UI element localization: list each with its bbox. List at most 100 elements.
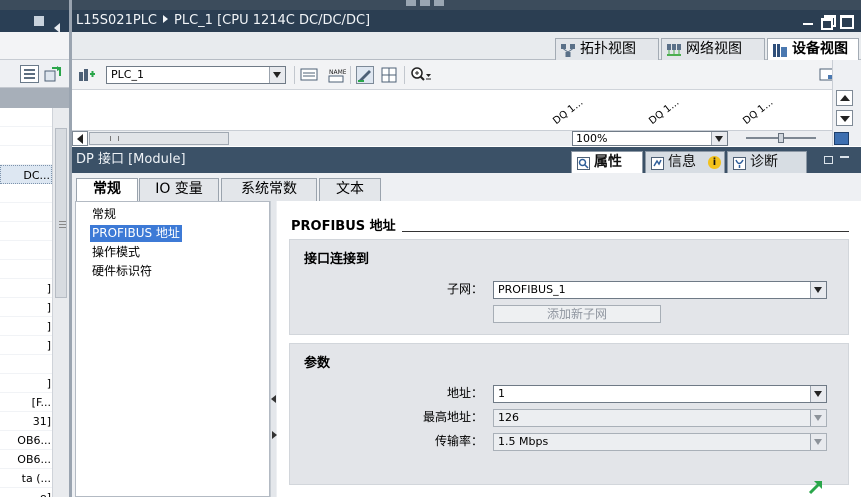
tree-item[interactable] [0,222,52,241]
canvas-horizontal-scrollbar[interactable]: 100% [72,130,849,146]
tree-item[interactable] [0,108,52,127]
tree-item[interactable]: ] [0,336,52,355]
chevron-down-icon[interactable] [810,386,826,402]
panel-icon [34,16,44,26]
project-tree-scrollbar[interactable] [52,108,69,497]
subtab-io-tags[interactable]: IO 变量 [139,178,219,201]
info-icon [651,156,664,170]
subnet-label: 子网： [446,282,483,296]
detail-view-button[interactable] [20,65,39,83]
scroll-up-icon[interactable] [836,90,853,106]
parameters-group: 参数 地址： 1 最高地址： 126 传输率： 1.5 Mbps [289,343,849,485]
navigation-splitter[interactable] [270,201,277,497]
tab-properties[interactable]: 属性 [571,151,643,173]
tree-item[interactable] [0,241,52,260]
show-module-icon[interactable] [300,66,318,84]
scroll-left-icon[interactable] [72,131,88,146]
project-tree-titlebar [0,10,69,33]
group-title: 参数 [304,356,331,371]
tab-network-view[interactable]: 网络视图 [661,38,765,60]
tree-item[interactable]: ] [0,374,52,393]
nav-item-hardware-id[interactable]: 硬件标识符 [90,263,154,280]
property-content: PROFIBUS 地址 接口连接到 子网： PROFIBUS_1 添加新子网 参… [277,201,861,497]
tree-item[interactable]: 31] [0,412,52,431]
tree-item[interactable]: ] [0,317,52,336]
go-to-network-arrow-icon[interactable] [808,479,824,495]
transmission-rate-select: 1.5 Mbps [493,433,827,451]
tree-item[interactable]: [F... [0,393,52,412]
tree-item[interactable] [0,260,52,279]
add-new-subnet-button[interactable]: 添加新子网 [493,305,661,323]
zoom-select[interactable]: 100% [572,131,728,146]
breadcrumb-device[interactable]: PLC_1 [CPU 1214C DC/DC/DC] [174,13,370,28]
grid-icon[interactable] [380,66,398,84]
subnet-select[interactable]: PROFIBUS_1 [493,281,827,299]
nav-item-operating-mode[interactable]: 操作模式 [90,244,142,261]
device-icon [773,43,787,57]
tree-item[interactable]: o] [0,488,52,497]
tab-device-view[interactable]: 设备视图 [767,38,859,61]
tab-diagnostics[interactable]: 诊断 [727,151,807,173]
zoom-icon[interactable] [410,66,431,84]
nav-item-general[interactable]: 常规 [90,206,118,223]
tree-item[interactable] [0,184,52,203]
chevron-down-icon[interactable] [810,282,826,298]
minimize-icon[interactable] [802,14,814,27]
device-view-toolbar: PLC_1 NAME [72,60,861,90]
minimize-panel-icon[interactable] [840,156,849,164]
zoom-slider-handle[interactable] [778,133,784,143]
transmission-rate-label: 传输率： [434,434,483,448]
svg-text:NAME: NAME [329,69,346,76]
section-title: PROFIBUS 地址 [291,219,396,234]
tab-info[interactable]: 信息 i [645,151,725,173]
scroll-thumb[interactable] [89,132,229,145]
inspector-header: DP 接口 [Module] 属性 信息 i 诊断 [72,147,861,173]
tree-item-selected[interactable]: DC... [0,165,52,184]
tree-item[interactable] [0,203,52,222]
chevron-down-icon[interactable] [269,67,285,83]
chevron-right-icon [163,15,169,23]
group-title: 接口连接到 [304,252,370,267]
tree-item[interactable]: ] [0,279,52,298]
property-navigation: 常规 PROFIBUS 地址 操作模式 硬件标识符 [75,201,270,497]
device-select[interactable]: PLC_1 [106,66,286,84]
maximize-icon[interactable] [840,14,854,29]
tree-item[interactable] [0,127,52,146]
draw-tool-icon[interactable] [356,66,374,84]
chevron-down-icon[interactable] [711,132,727,145]
subtab-system-constants[interactable]: 系统常数 [221,178,317,201]
editor-titlebar: L15S021PLC PLC_1 [CPU 1214C DC/DC/DC] [72,10,861,32]
collapse-left-icon[interactable] [271,395,276,403]
tree-item[interactable]: OB6... [0,431,52,450]
overview-navigation-icon[interactable] [834,132,849,145]
address-select[interactable]: 1 [493,385,827,403]
subtab-general[interactable]: 常规 [76,178,138,202]
dq-label: DQ 1... [647,96,682,127]
highest-address-label: 最高地址： [422,410,483,424]
project-tree-toolbar [0,60,69,88]
tree-item[interactable]: ta (... [0,469,52,488]
scroll-thumb[interactable] [55,128,67,298]
view-tabs: 拓扑视图 网络视图 设备视图 [72,32,861,61]
inspector-title: DP 接口 [Module] [76,152,186,167]
nav-item-profibus-address[interactable]: PROFIBUS 地址 [90,225,182,242]
tree-item[interactable]: OB6... [0,450,52,469]
dq-label: DQ 1... [551,96,586,127]
network-icon [667,43,681,56]
add-device-icon[interactable] [44,65,62,83]
breadcrumb-project[interactable]: L15S021PLC [76,13,157,28]
rename-icon[interactable]: NAME [328,66,347,84]
tree-item[interactable] [0,355,52,374]
subtab-texts[interactable]: 文本 [319,178,381,201]
float-panel-icon[interactable] [824,156,833,164]
restore-icon[interactable] [821,14,836,30]
info-badge-icon: i [708,156,721,169]
scroll-down-icon[interactable] [836,110,853,126]
tree-item[interactable]: ] [0,298,52,317]
project-tree-header [0,32,69,60]
network-devices-icon[interactable] [78,66,96,84]
tree-item[interactable] [0,146,52,165]
inspector-body: 常规 IO 变量 系统常数 文本 常规 PROFIBUS 地址 操作模式 硬件标… [72,173,861,497]
device-canvas[interactable]: DQ 1... DQ 1... DQ 1... [72,90,832,130]
tab-topology-view[interactable]: 拓扑视图 [555,38,659,60]
